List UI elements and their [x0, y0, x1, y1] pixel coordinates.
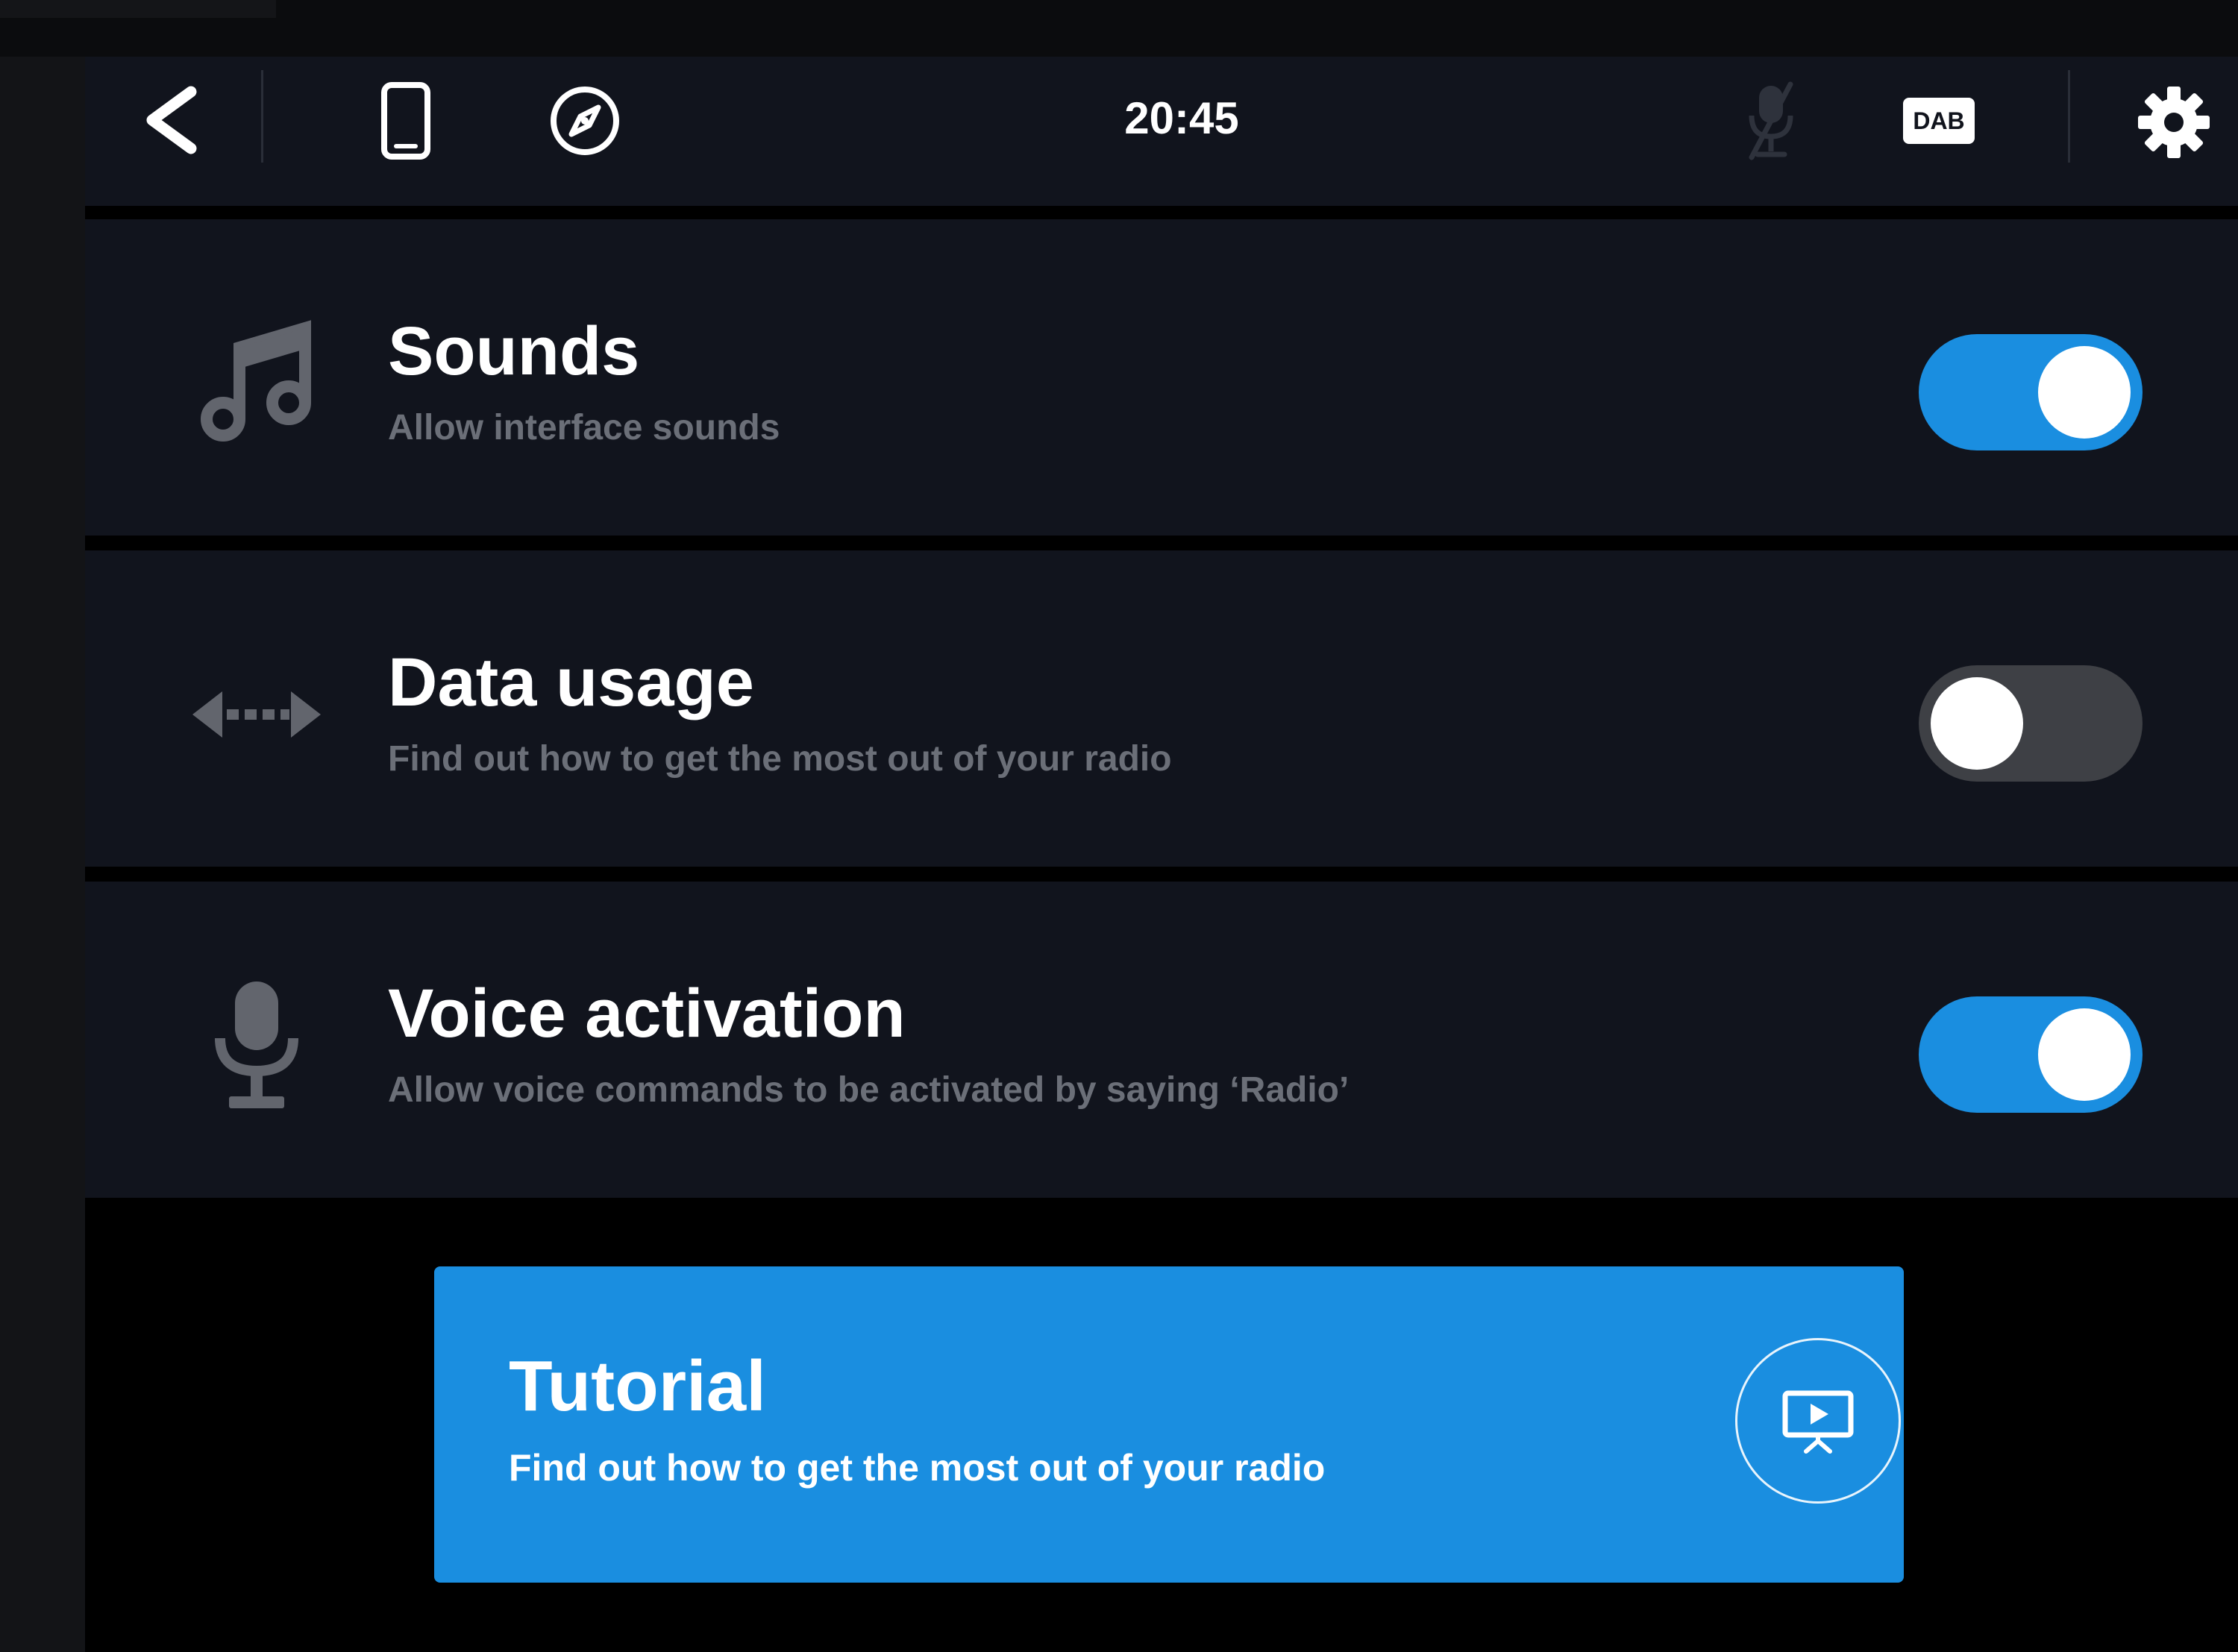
data-usage-toggle[interactable]	[1919, 665, 2143, 782]
setting-subtitle-sounds: Allow interface sounds	[388, 408, 780, 447]
setting-subtitle-voice-activation: Allow voice commands to be activated by …	[388, 1070, 1350, 1110]
header-divider-left	[261, 70, 263, 163]
toggle-knob	[1931, 677, 2023, 770]
tutorial-button[interactable]: Tutorial Find out how to get the most ou…	[434, 1266, 1904, 1583]
gear-icon	[2138, 87, 2210, 158]
window-top-strip	[0, 0, 2238, 57]
phone-icon	[381, 82, 430, 160]
setting-row-sounds: Sounds Allow interface sounds	[85, 219, 2238, 536]
settings-button[interactable]	[2129, 78, 2219, 167]
setting-title-data-usage: Data usage	[388, 644, 754, 720]
mic-muted-button[interactable]	[1726, 76, 1816, 166]
mic-muted-icon	[1749, 81, 1793, 160]
presentation-play-icon	[1782, 1390, 1854, 1454]
tutorial-icon-circle	[1735, 1338, 1901, 1504]
setting-subtitle-data-usage: Find out how to get the most out of your…	[388, 739, 1172, 779]
setting-icon-data-usage	[189, 647, 324, 782]
setting-row-data-usage: Data usage Find out how to get the most …	[85, 550, 2238, 867]
top-strip-segment	[0, 0, 276, 18]
tutorial-title: Tutorial	[509, 1346, 766, 1426]
dab-button[interactable]: DAB	[1890, 84, 1987, 158]
voice-activation-toggle[interactable]	[1919, 996, 2143, 1113]
setting-title-voice-activation: Voice activation	[388, 976, 906, 1052]
setting-icon-sounds	[189, 316, 324, 450]
dab-icon: DAB	[1903, 98, 1975, 144]
setting-icon-voice-activation	[189, 979, 324, 1113]
back-icon	[146, 86, 197, 154]
navigation-button[interactable]	[540, 76, 630, 166]
back-button[interactable]	[130, 79, 212, 161]
microphone-icon	[215, 982, 298, 1108]
sounds-toggle[interactable]	[1919, 334, 2143, 450]
radio-settings-app: 20:45 DAB Sounds Allow interface sounds …	[85, 57, 2238, 1652]
phone-button[interactable]	[361, 76, 451, 166]
setting-row-voice-activation: Voice activation Allow voice commands to…	[85, 882, 2238, 1198]
tutorial-subtitle: Find out how to get the most out of your…	[509, 1447, 1326, 1489]
top-bar: 20:45 DAB	[85, 57, 2238, 206]
toggle-knob	[2038, 346, 2131, 439]
setting-title-sounds: Sounds	[388, 313, 640, 389]
clock: 20:45	[1124, 93, 1239, 143]
music-note-icon	[201, 320, 311, 442]
header-divider-right	[2068, 70, 2070, 163]
data-arrows-icon	[192, 691, 321, 738]
left-edge-panel	[0, 57, 85, 1652]
toggle-knob	[2038, 1008, 2131, 1101]
dab-label: DAB	[1913, 107, 1964, 134]
compass-icon	[551, 87, 619, 155]
